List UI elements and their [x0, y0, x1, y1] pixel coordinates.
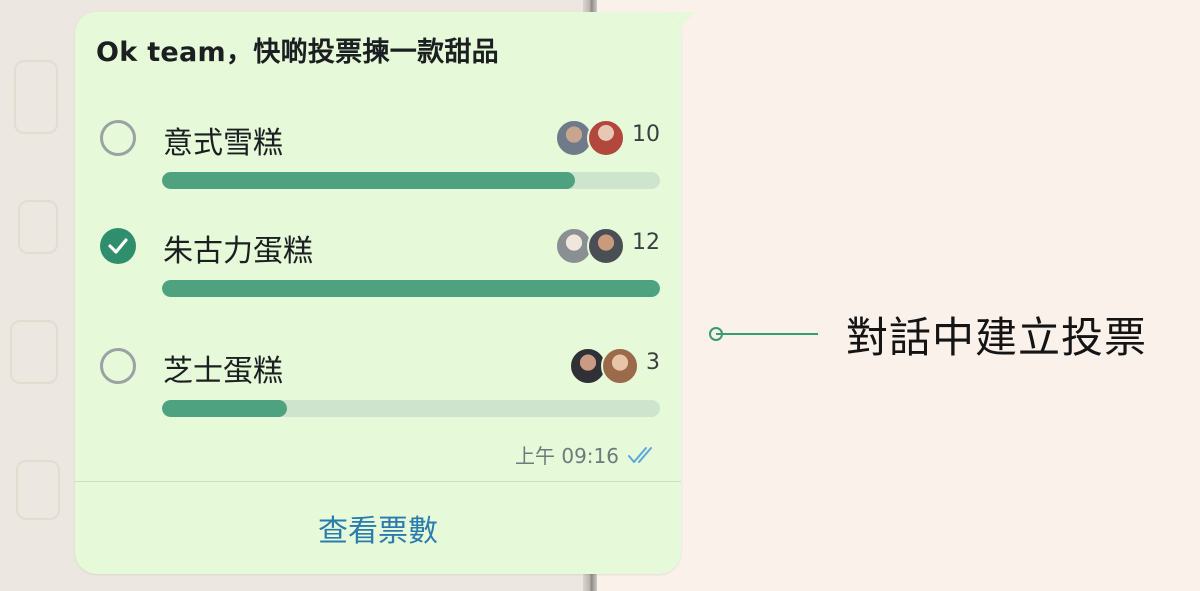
vote-progress-fill	[162, 172, 576, 189]
message-time: 上午 09:16	[515, 444, 619, 468]
poll-message-bubble: Ok team，快啲投票揀一款甜品 意式雪糕 10 朱古力蛋糕 12 芝士蛋糕 …	[75, 12, 681, 574]
poll-option[interactable]: 意式雪糕 10	[75, 119, 681, 200]
callout-line	[716, 333, 818, 335]
poll-option[interactable]: 朱古力蛋糕 12	[75, 227, 681, 308]
vote-progress-track	[162, 280, 660, 297]
wallpaper-doodle	[18, 200, 58, 254]
wallpaper-doodle	[16, 460, 60, 520]
radio-button-unchecked[interactable]	[100, 120, 136, 156]
vote-progress-fill	[162, 280, 660, 297]
poll-option[interactable]: 芝士蛋糕 3	[75, 347, 681, 428]
avatar	[587, 119, 625, 157]
vote-count: 3	[646, 350, 660, 375]
vote-progress-track	[162, 400, 660, 417]
poll-option-label: 朱古力蛋糕	[163, 234, 313, 269]
vote-progress-fill	[162, 400, 287, 417]
bubble-divider	[75, 481, 681, 482]
radio-button-unchecked[interactable]	[100, 348, 136, 384]
avatar	[587, 227, 625, 265]
poll-option-label: 意式雪糕	[163, 126, 283, 161]
double-check-read-icon	[628, 446, 652, 463]
vote-count: 10	[632, 122, 660, 147]
view-votes-button[interactable]: 查看票數	[75, 506, 681, 550]
avatar	[601, 347, 639, 385]
message-meta: 上午 09:16	[515, 440, 659, 469]
voter-avatars	[555, 119, 627, 157]
wallpaper-doodle	[10, 320, 58, 384]
poll-option-label: 芝士蛋糕	[163, 354, 283, 389]
radio-button-checked[interactable]	[100, 228, 136, 264]
callout-caption: 對話中建立投票	[846, 313, 1148, 362]
voter-avatars	[569, 347, 639, 385]
poll-question: Ok team，快啲投票揀一款甜品	[96, 37, 499, 68]
vote-progress-track	[162, 172, 660, 189]
checkmark-icon	[108, 238, 128, 254]
wallpaper-doodle	[14, 60, 58, 134]
vote-count: 12	[632, 230, 660, 255]
voter-avatars	[555, 227, 627, 265]
